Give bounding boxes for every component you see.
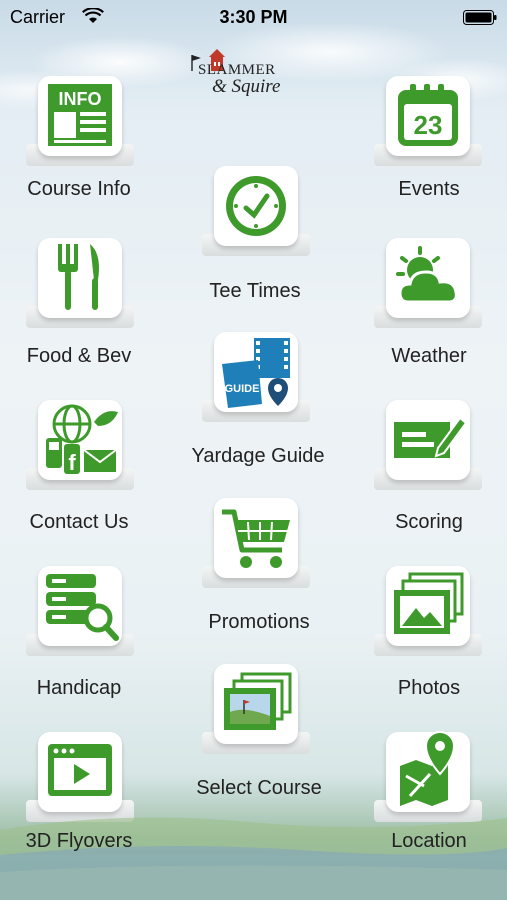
location-button[interactable] (374, 730, 482, 822)
scoring-button[interactable] (374, 400, 482, 490)
cart-icon (222, 509, 290, 568)
location-label: Location (391, 830, 467, 852)
tee-times-label: Tee Times (209, 280, 301, 302)
contact-us-button[interactable]: f (26, 400, 134, 490)
food-bev-button[interactable] (26, 238, 134, 328)
contact-us-label: Contact Us (29, 511, 129, 533)
status-bar: Carrier 3:30 PM (0, 0, 507, 36)
weather-button[interactable] (374, 238, 482, 328)
select-course-label: Select Course (196, 777, 322, 799)
video-play-icon (48, 744, 112, 796)
svg-text:INFO: INFO (59, 89, 102, 109)
events-button[interactable]: 23 (374, 76, 482, 166)
promotions-button[interactable] (202, 498, 310, 588)
food-bev-label: Food & Bev (26, 345, 132, 367)
map-pin-icon (400, 730, 456, 806)
photos-label: Photos (397, 677, 461, 699)
clock-icon (226, 176, 286, 236)
handicap-search-icon (46, 574, 119, 641)
events-label: Events (398, 178, 460, 200)
guide-map-icon: GUIDE (222, 338, 290, 408)
app-logo: SLAMMER & Squire (190, 48, 320, 104)
course-photos-icon (224, 672, 292, 730)
status-time: 3:30 PM (219, 7, 288, 27)
yardage-guide-label: Yardage Guide (191, 445, 325, 467)
info-newspaper-icon: INFO (48, 84, 112, 146)
weather-label: Weather (391, 345, 467, 367)
course-info-button[interactable]: INFO (26, 76, 134, 166)
photos-icon (394, 572, 464, 634)
handicap-label: Handicap (36, 677, 122, 699)
calendar-icon: 23 (398, 84, 458, 146)
sun-cloud-icon (396, 246, 458, 304)
tee-times-button[interactable] (202, 166, 310, 256)
promotions-label: Promotions (208, 611, 310, 633)
contact-icon: f (46, 404, 118, 475)
scorecard-pencil-icon (394, 416, 468, 458)
select-course-button[interactable] (202, 664, 310, 754)
svg-text:23: 23 (414, 110, 443, 140)
3d-flyovers-button[interactable] (26, 732, 134, 822)
svg-text:f: f (68, 450, 76, 475)
3d-flyovers-label: 3D Flyovers (25, 830, 133, 852)
battery-icon (463, 10, 497, 25)
course-info-label: Course Info (27, 178, 131, 200)
fork-knife-icon (58, 244, 99, 310)
photos-button[interactable] (374, 566, 482, 656)
svg-text:GUIDE: GUIDE (225, 383, 260, 395)
logo-line2: & Squire (212, 76, 281, 97)
scoring-label: Scoring (395, 511, 463, 533)
yardage-guide-button[interactable]: GUIDE (202, 332, 310, 422)
handicap-button[interactable] (26, 566, 134, 656)
